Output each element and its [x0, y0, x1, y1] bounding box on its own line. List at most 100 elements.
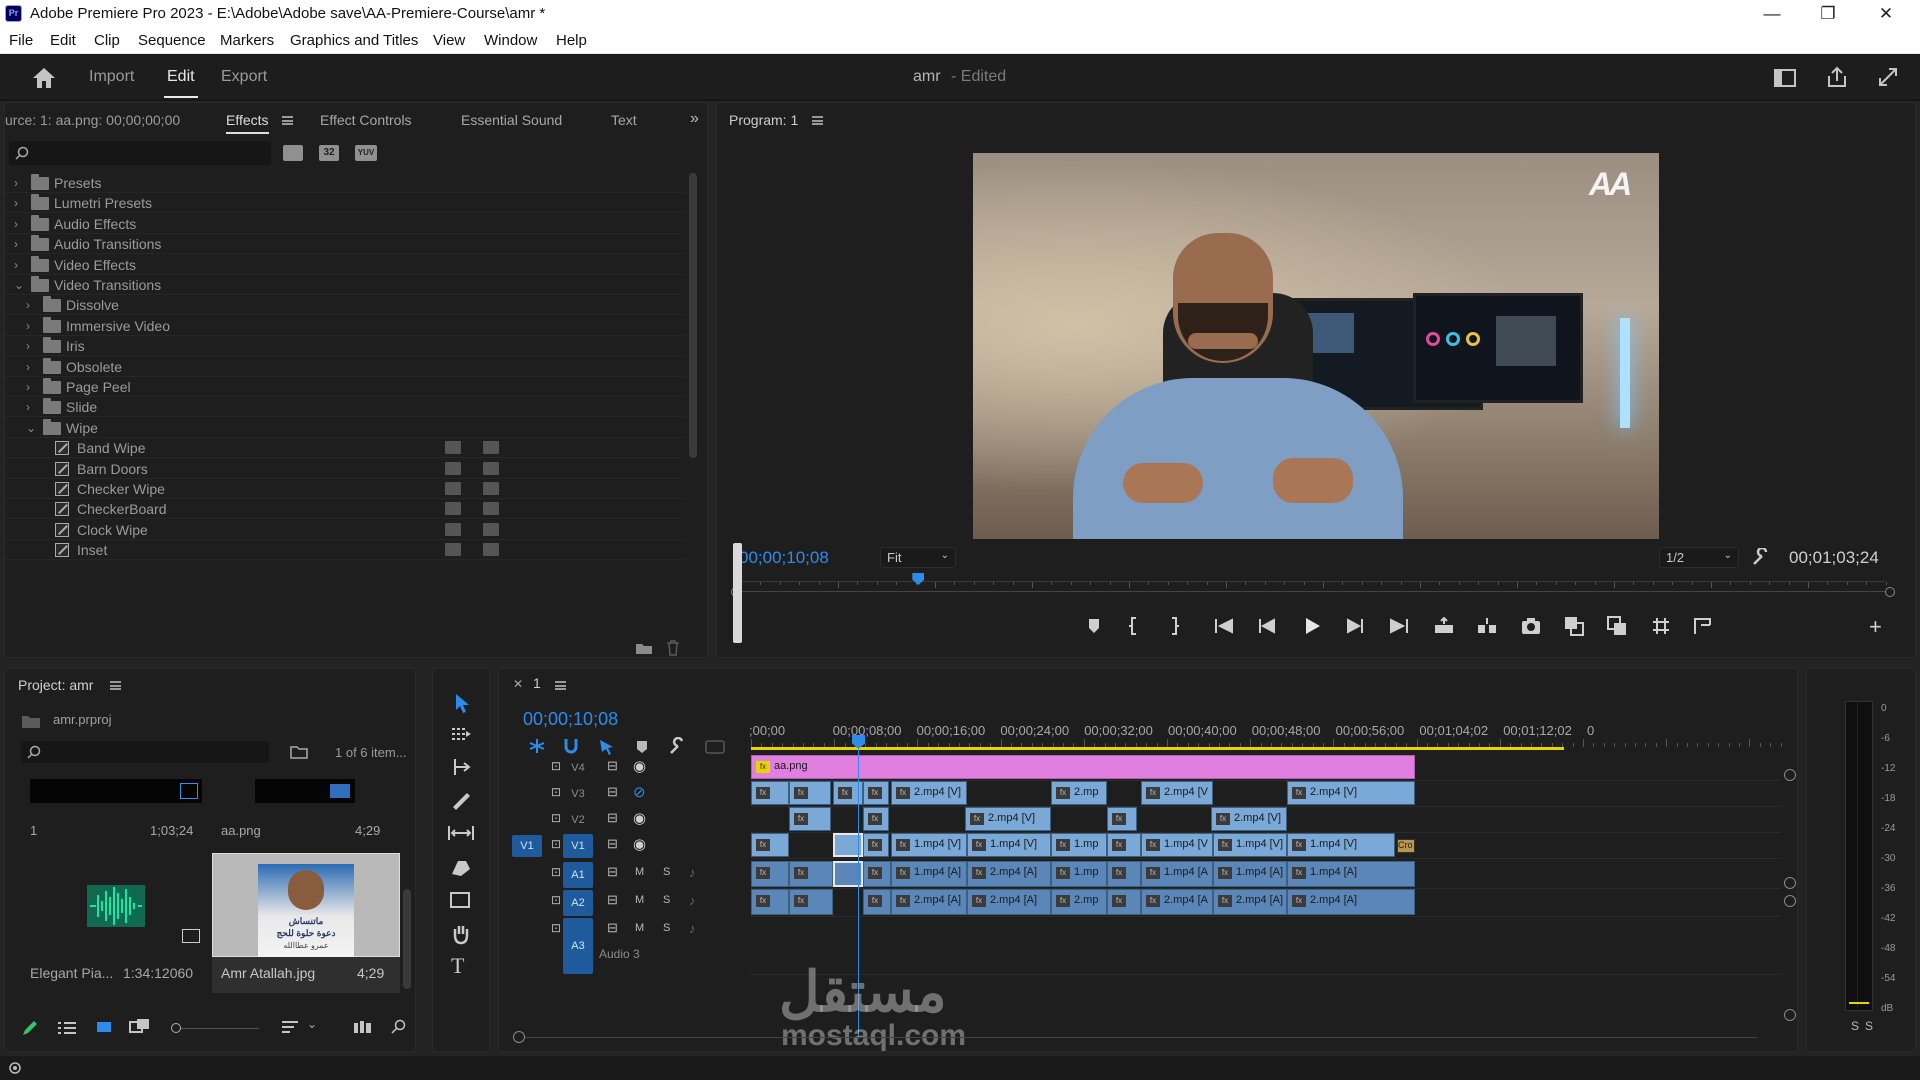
pen-tool-icon[interactable]	[449, 857, 473, 877]
solo-button[interactable]: S	[663, 894, 670, 906]
nest-icon[interactable]	[527, 737, 547, 755]
step-forward-icon[interactable]	[1346, 617, 1364, 635]
snap-icon[interactable]	[563, 737, 579, 755]
timeline-clip[interactable]: fx	[863, 889, 891, 915]
export-frame-icon[interactable]	[1521, 617, 1541, 635]
effects-tree-item[interactable]: › Obsolete	[5, 357, 685, 377]
chevron-right-icon[interactable]: ›	[14, 258, 18, 272]
project-panel-title[interactable]: Project: amr	[18, 677, 93, 693]
hand-tool-icon[interactable]	[450, 923, 472, 945]
timeline-clip[interactable]: fx 2.mp4 [A]	[967, 861, 1051, 887]
timeline-clip[interactable]: fx	[1107, 807, 1137, 831]
timeline-clip[interactable]: fx 2.mp4 [V]	[965, 807, 1051, 831]
eye-icon[interactable]: ◉	[633, 757, 646, 775]
eye-icon[interactable]: ⊘	[633, 783, 646, 801]
toggle-sync-lock-icon[interactable]: ⊟	[607, 784, 618, 800]
workspace-panel-icon[interactable]	[1774, 69, 1796, 87]
menu-markers[interactable]: Markers	[220, 32, 274, 49]
effects-tree-item[interactable]: CheckerBoard	[5, 499, 685, 520]
effects-tree-item[interactable]: Clock Wipe	[5, 520, 685, 540]
effects-tree-item[interactable]: Band Wipe	[5, 438, 685, 459]
chevron-right-icon[interactable]: ›	[14, 176, 18, 190]
thumb-sequence-1[interactable]	[30, 779, 202, 803]
extract-icon[interactable]	[1476, 617, 1498, 635]
linked-selection-icon[interactable]	[597, 737, 617, 755]
captions-icon[interactable]	[705, 740, 725, 754]
timeline-clip[interactable]: fx 1.mp4 [V]	[1287, 833, 1395, 857]
tab-essential-sound[interactable]: Essential Sound	[461, 112, 562, 128]
panel-overflow-icon[interactable]: »	[690, 110, 699, 128]
effects-menu-icon[interactable]	[282, 116, 293, 125]
trash-icon[interactable]	[666, 640, 680, 656]
chevron-right-icon[interactable]: ›	[26, 380, 30, 394]
effects-tree-item[interactable]: › Dissolve	[5, 295, 685, 316]
automate-to-sequence-icon[interactable]	[353, 1020, 373, 1034]
effects-tree-item[interactable]: › Iris	[5, 336, 685, 357]
voiceover-mic-icon[interactable]: ♪	[689, 921, 696, 936]
home-icon[interactable]	[32, 67, 56, 89]
zoom-slider-handle[interactable]	[171, 1023, 181, 1033]
lock-icon[interactable]: ⊡	[551, 759, 561, 773]
track-target-v3[interactable]: V3	[563, 782, 593, 806]
timeline-clip[interactable]: fx	[751, 781, 789, 805]
effects-tree-item[interactable]: › Audio Effects	[5, 214, 685, 234]
effects-tree-item[interactable]: › Audio Transitions	[5, 234, 685, 255]
wrench-icon[interactable]	[1751, 548, 1769, 566]
chevron-right-icon[interactable]: ›	[14, 237, 18, 251]
timeline-clip[interactable]: fx 2.mp4 [V]	[891, 781, 967, 805]
timeline-clip[interactable]: fx	[1107, 833, 1141, 857]
timeline-clip[interactable]: fx 2.mp	[1051, 781, 1107, 805]
add-button-icon[interactable]: +	[1869, 614, 1882, 640]
timeline-clip[interactable]: fx 1.mp4 [V]	[1213, 833, 1287, 857]
safe-margins-icon[interactable]	[1652, 617, 1670, 635]
chevron-right-icon[interactable]: ›	[26, 319, 30, 333]
effects-tree-item[interactable]: ⌄ Video Transitions	[5, 275, 685, 295]
chevron-right-icon[interactable]: ›	[26, 360, 30, 374]
timeline-clip[interactable]: fx	[863, 833, 889, 857]
tab-export[interactable]: Export	[221, 68, 267, 86]
toggle-sync-lock-icon[interactable]: ⊟	[607, 864, 618, 880]
minimize-button[interactable]: —	[1744, 0, 1800, 27]
lift-icon[interactable]	[1433, 617, 1455, 635]
track-target-a1[interactable]: A1	[563, 862, 593, 888]
new-bin-icon[interactable]	[635, 641, 653, 655]
project-menu-icon[interactable]	[110, 681, 121, 690]
timeline-clip[interactable]: fx	[751, 833, 789, 857]
timeline-marker-icon[interactable]	[635, 739, 649, 755]
effects-tree-item[interactable]: › Immersive Video	[5, 316, 685, 336]
program-menu-icon[interactable]	[812, 116, 823, 125]
restore-button[interactable]: ❐	[1800, 0, 1856, 27]
menu-file[interactable]: File	[9, 32, 33, 49]
lock-icon[interactable]: ⊡	[551, 865, 561, 879]
video-scroll-handle-top[interactable]	[1784, 769, 1796, 781]
effects-tree-item[interactable]: › Page Peel	[5, 377, 685, 397]
effects-scrollbar[interactable]	[689, 173, 697, 458]
timeline-clip[interactable]: fx 2.mp4 [A]	[1287, 889, 1415, 915]
timeline-clip[interactable]: fx 1.mp4 [V]	[967, 833, 1051, 857]
audio-scroll-handle-bottom[interactable]	[1784, 1009, 1796, 1021]
eye-icon[interactable]: ◉	[633, 809, 646, 827]
sort-icon[interactable]	[281, 1020, 299, 1034]
timeline-clip[interactable]: fx	[789, 781, 831, 805]
v4-graphic-clip[interactable]: fx aa.png	[751, 755, 1415, 779]
video-frame[interactable]: AA	[973, 153, 1659, 539]
chevron-right-icon[interactable]: ›	[26, 298, 30, 312]
solo-button[interactable]: S	[663, 922, 670, 934]
mute-button[interactable]: M	[635, 866, 644, 878]
effects-tree-item[interactable]: › Lumetri Presets	[5, 193, 685, 214]
timeline-clip[interactable]: fx 2.mp4 [A]	[891, 889, 967, 915]
ripple-edit-tool-icon[interactable]	[449, 757, 473, 777]
close-sequence-icon[interactable]: ✕	[513, 677, 523, 691]
mark-in-icon[interactable]	[1127, 616, 1139, 636]
voiceover-mic-icon[interactable]: ♪	[689, 865, 696, 880]
menu-edit[interactable]: Edit	[50, 32, 76, 49]
insert-icon[interactable]	[1564, 616, 1584, 636]
timeline-clip[interactable]: fx 1.mp	[1051, 861, 1107, 887]
thumb-amr-atallah-selected[interactable]: ماتنساش دعوة حلوة للحج عمرو عطاالله	[212, 853, 400, 958]
timeline-clip[interactable]: fx	[789, 889, 833, 915]
eye-icon[interactable]: ◉	[633, 835, 646, 853]
timeline-clip[interactable]: fx 1.mp4 [A]	[1213, 861, 1287, 887]
toggle-sync-lock-icon[interactable]: ⊟	[607, 836, 618, 852]
toggle-sync-lock-icon[interactable]: ⊟	[607, 892, 618, 908]
timeline-clip[interactable]: fx 1.mp4 [A	[1141, 861, 1213, 887]
